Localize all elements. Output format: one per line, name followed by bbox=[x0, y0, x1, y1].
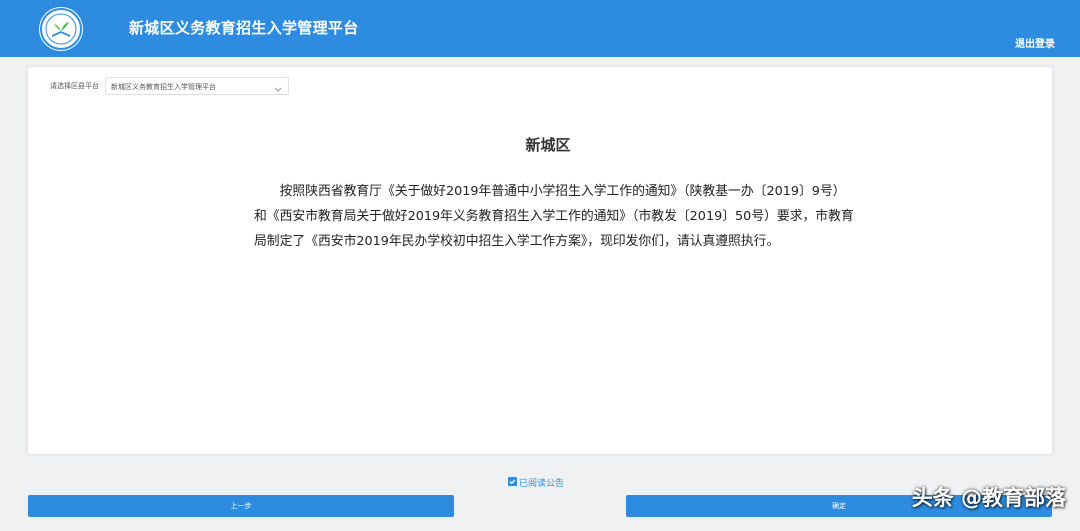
chevron-down-icon bbox=[273, 80, 283, 99]
platform-select[interactable]: 新城区义务教育招生入学管理平台 bbox=[105, 77, 289, 95]
platform-select-label: 请选择区县平台 bbox=[50, 82, 99, 90]
prev-step-button[interactable]: 上一步 bbox=[28, 495, 454, 517]
platform-select-value: 新城区义务教育招生入学管理平台 bbox=[111, 83, 216, 91]
logout-link[interactable]: 退出登录 bbox=[1015, 35, 1055, 50]
top-header: 新城区义务教育招生入学管理平台 退出登录 bbox=[0, 0, 1080, 57]
watermark: 头条 @教育部落 bbox=[911, 486, 1066, 510]
notice-card: 请选择区县平台 新城区义务教育招生入学管理平台 新城区 按照陕西省教育厅《关于做… bbox=[28, 67, 1052, 454]
notice-body: 按照陕西省教育厅《关于做好2019年普通中小学招生入学工作的通知》（陕教基一办〔… bbox=[254, 184, 854, 249]
read-notice-label: 已阅读公告 bbox=[519, 479, 565, 489]
notice-title: 新城区 bbox=[525, 136, 571, 154]
checkmark-icon[interactable] bbox=[508, 477, 517, 486]
app-title: 新城区义务教育招生入学管理平台 bbox=[129, 19, 359, 37]
school-logo-icon bbox=[39, 7, 83, 51]
